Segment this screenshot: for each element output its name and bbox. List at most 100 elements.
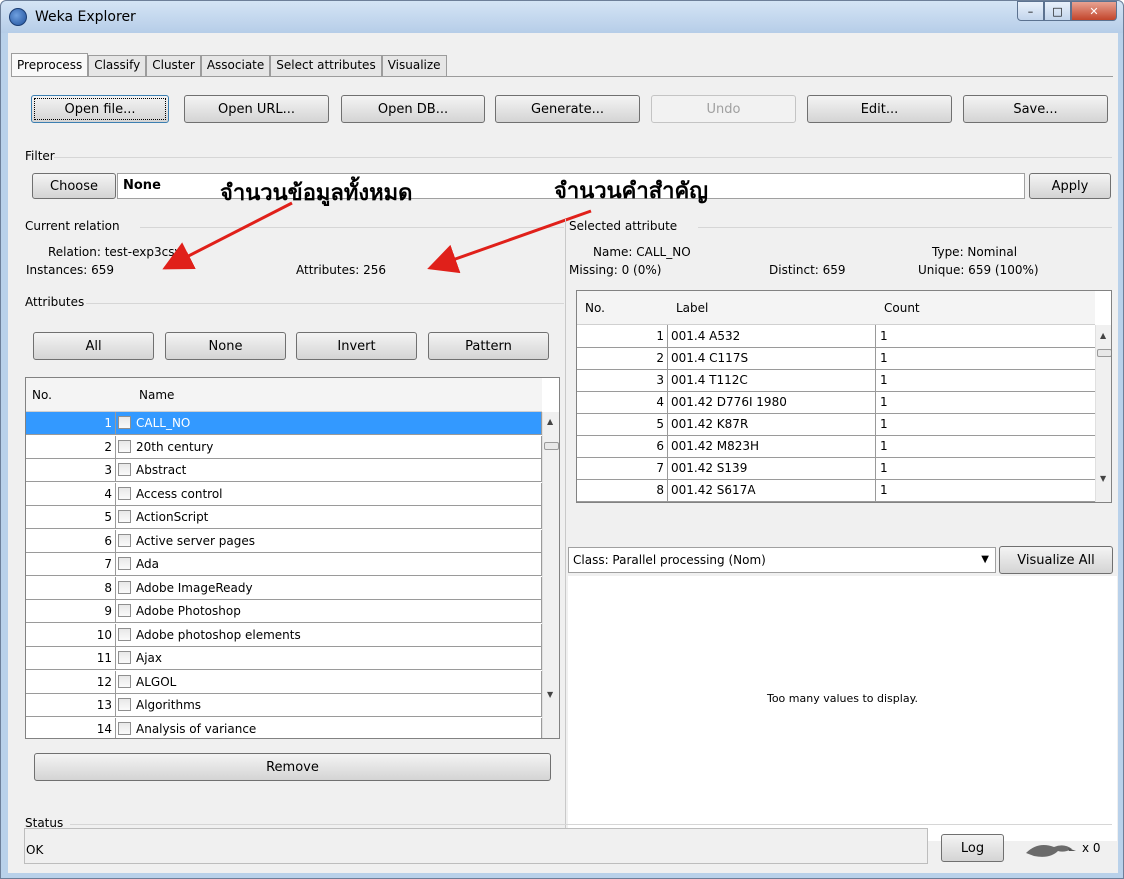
minimize-icon[interactable]: – <box>1017 1 1044 21</box>
scroll-thumb[interactable] <box>544 442 559 450</box>
pattern-button[interactable]: Pattern <box>428 332 549 360</box>
value-row[interactable]: 2 001.4 C117S 1 <box>577 347 1095 370</box>
distinct-count: Distinct: 659 <box>769 263 846 277</box>
attribute-row[interactable]: 1 CALL_NO <box>26 412 542 435</box>
attribute-no: 4 <box>26 482 116 505</box>
scroll-up-icon[interactable]: ▲ <box>1100 331 1106 340</box>
value-row[interactable]: 4 001.42 D776I 1980 1 <box>577 391 1095 414</box>
arrow-to-attributes <box>427 209 592 274</box>
choose-filter-button[interactable]: Choose <box>32 173 116 199</box>
tab-visualize[interactable]: Visualize <box>381 55 447 76</box>
open-file-button[interactable]: Open file... <box>31 95 169 123</box>
attribute-row[interactable]: 3 Abstract <box>26 459 542 482</box>
chevron-down-icon[interactable]: ▼ <box>981 548 989 572</box>
select-all-button[interactable]: All <box>33 332 154 360</box>
attribute-row[interactable]: 10 Adobe photoshop elements <box>26 623 542 647</box>
value-count: 1 <box>880 483 888 497</box>
select-none-button[interactable]: None <box>165 332 286 360</box>
visualize-all-button[interactable]: Visualize All <box>999 546 1113 574</box>
attribute-row[interactable]: 12 ALGOL <box>26 670 542 694</box>
attribute-name: Algorithms <box>134 694 542 716</box>
attribute-checkbox[interactable] <box>118 510 131 523</box>
value-row[interactable]: 7 001.42 S139 1 <box>577 457 1095 480</box>
tab-preprocess[interactable]: Preprocess <box>11 53 89 76</box>
undo-button[interactable]: Undo <box>651 95 796 123</box>
attribute-no: 10 <box>26 623 116 646</box>
attribute-row[interactable]: 14 Analysis of variance <box>26 717 542 738</box>
value-no: 4 <box>577 391 668 413</box>
tab-cluster[interactable]: Cluster <box>146 55 201 76</box>
attribute-row[interactable]: 13 Algorithms <box>26 694 542 717</box>
scroll-up-icon[interactable]: ▲ <box>547 417 553 426</box>
tab-classify[interactable]: Classify <box>88 55 147 76</box>
attribute-row[interactable]: 11 Ajax <box>26 647 542 670</box>
values-scrollbar[interactable]: ▲ ▼ <box>1095 325 1111 502</box>
tab-select-attributes[interactable]: Select attributes <box>270 55 382 76</box>
selected-attribute-header: Selected attribute <box>569 219 678 233</box>
attribute-row[interactable]: 7 Ada <box>26 553 542 576</box>
value-no: 5 <box>577 413 668 435</box>
open-db-button[interactable]: Open DB... <box>341 95 485 123</box>
attribute-checkbox[interactable] <box>118 416 131 429</box>
log-button[interactable]: Log <box>941 834 1004 862</box>
value-row[interactable]: 8 001.42 S617A 1 <box>577 479 1095 502</box>
column-no: No. <box>585 301 605 315</box>
value-label: 001.42 D776I 1980 <box>668 391 876 413</box>
attribute-checkbox[interactable] <box>118 486 131 500</box>
attribute-checkbox[interactable] <box>118 627 131 641</box>
client-area: Preprocess Classify Cluster Associate Se… <box>8 33 1118 873</box>
value-no: 7 <box>577 457 668 479</box>
attribute-name: CALL_NO <box>134 412 542 434</box>
attribute-row[interactable]: 9 Adobe Photoshop <box>26 600 542 623</box>
maximize-icon[interactable]: □ <box>1044 1 1071 21</box>
attribute-checkbox[interactable] <box>118 698 131 711</box>
attribute-checkbox[interactable] <box>118 721 131 735</box>
close-icon[interactable]: ✕ <box>1071 1 1117 21</box>
attribute-checkbox[interactable] <box>118 439 131 453</box>
attribute-checkbox[interactable] <box>118 557 131 570</box>
value-no: 8 <box>577 479 668 501</box>
attribute-name: ALGOL <box>134 670 542 693</box>
class-select[interactable]: Class: Parallel processing (Nom) ▼ <box>568 547 996 573</box>
attribute-row[interactable]: 5 ActionScript <box>26 506 542 529</box>
value-row[interactable]: 3 001.4 T112C 1 <box>577 369 1095 392</box>
value-no: 3 <box>577 369 668 391</box>
attribute-checkbox[interactable] <box>118 674 131 688</box>
value-row[interactable]: 5 001.42 K87R 1 <box>577 413 1095 436</box>
attribute-no: 7 <box>26 553 116 575</box>
value-row[interactable]: 1 001.4 A532 1 <box>577 325 1095 348</box>
invert-selection-button[interactable]: Invert <box>296 332 417 360</box>
generate-button[interactable]: Generate... <box>495 95 640 123</box>
attribute-checkbox[interactable] <box>118 651 131 664</box>
instances-count: Instances: 659 <box>26 263 115 277</box>
attribute-row[interactable]: 6 Active server pages <box>26 529 542 553</box>
attribute-no: 1 <box>26 412 116 434</box>
apply-filter-button[interactable]: Apply <box>1029 173 1111 199</box>
remove-button[interactable]: Remove <box>34 753 551 781</box>
attribute-checkbox[interactable] <box>118 604 131 617</box>
attributes-header: Attributes <box>25 295 85 309</box>
attribute-no: 2 <box>26 435 116 458</box>
tab-associate[interactable]: Associate <box>200 55 271 76</box>
tab-bar: Preprocess Classify Cluster Associate Se… <box>11 53 447 76</box>
attribute-row[interactable]: 2 20th century <box>26 435 542 459</box>
scroll-down-icon[interactable]: ▼ <box>547 690 553 699</box>
value-row[interactable]: 6 001.42 M823H 1 <box>577 435 1095 458</box>
edit-button[interactable]: Edit... <box>807 95 952 123</box>
relation-name: Relation: test-exp3csv <box>48 245 182 259</box>
save-button[interactable]: Save... <box>963 95 1108 123</box>
open-url-button[interactable]: Open URL... <box>184 95 329 123</box>
scroll-down-icon[interactable]: ▼ <box>1100 474 1106 483</box>
scroll-thumb[interactable] <box>1097 349 1111 357</box>
attribute-checkbox[interactable] <box>118 580 131 594</box>
attribute-row[interactable]: 4 Access control <box>26 482 542 506</box>
attribute-checkbox[interactable] <box>118 533 131 547</box>
value-label: 001.4 T112C <box>668 369 876 391</box>
attribute-no: 8 <box>26 576 116 599</box>
attributes-scrollbar[interactable]: ▲ ▼ <box>542 412 559 738</box>
attribute-row[interactable]: 8 Adobe ImageReady <box>26 576 542 600</box>
filter-label: Filter <box>25 149 55 163</box>
attribute-no: 13 <box>26 694 116 716</box>
missing-count: Missing: 0 (0%) <box>569 263 662 277</box>
attribute-checkbox[interactable] <box>118 463 131 476</box>
